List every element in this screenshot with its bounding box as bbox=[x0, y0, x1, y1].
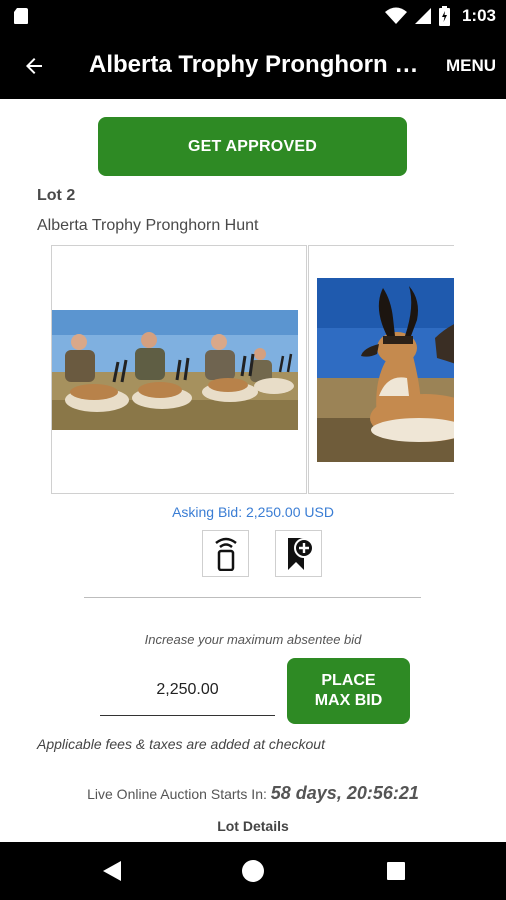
back-button[interactable] bbox=[18, 50, 50, 82]
nav-recents-button[interactable] bbox=[381, 856, 411, 886]
nav-home-button[interactable] bbox=[238, 856, 268, 886]
image-carousel[interactable] bbox=[51, 245, 454, 494]
divider bbox=[84, 597, 421, 598]
place-max-bid-button[interactable]: PLACE MAX BID bbox=[287, 658, 410, 724]
place-max-bid-label-line1: PLACE bbox=[321, 672, 376, 689]
nav-back-button[interactable] bbox=[97, 856, 127, 886]
status-icons: 1:03 bbox=[384, 5, 496, 27]
max-bid-input[interactable] bbox=[100, 664, 275, 716]
bookmark-add-icon bbox=[287, 537, 314, 570]
signal-icon bbox=[414, 8, 431, 24]
watchlist-button[interactable] bbox=[275, 530, 322, 577]
app-toolbar: Alberta Trophy Pronghorn Hunt MENU bbox=[0, 33, 506, 99]
wifi-icon bbox=[384, 7, 407, 24]
system-nav-bar bbox=[0, 842, 506, 900]
lot-details-link[interactable]: Lot Details bbox=[0, 818, 506, 834]
get-approved-button[interactable]: GET APPROVED bbox=[98, 117, 407, 176]
lot-title: Alberta Trophy Pronghorn Hunt bbox=[37, 217, 259, 234]
carousel-slide[interactable] bbox=[308, 245, 454, 494]
nav-recents-icon bbox=[387, 862, 405, 880]
place-max-bid-label-line2: MAX BID bbox=[314, 692, 383, 709]
status-time: 1:03 bbox=[461, 6, 496, 25]
auction-starts-label: Live Online Auction Starts In: bbox=[87, 786, 271, 802]
auction-countdown: 58 days, 20:56:21 bbox=[270, 783, 419, 803]
hunters-group-photo bbox=[52, 310, 298, 430]
lot-number: Lot 2 bbox=[37, 187, 76, 204]
status-bar: 1:03 bbox=[0, 0, 506, 33]
increase-bid-label: Increase your maximum absentee bid bbox=[144, 632, 362, 647]
nav-back-icon bbox=[103, 861, 121, 881]
fees-note: Applicable fees & taxes are added at che… bbox=[37, 736, 325, 752]
asking-bid: Asking Bid: 2,250.00 USD bbox=[172, 504, 334, 520]
pronghorn-closeup-photo bbox=[317, 278, 454, 462]
carousel-slide[interactable] bbox=[51, 245, 307, 494]
sd-card-icon bbox=[14, 8, 28, 24]
nav-home-icon bbox=[242, 860, 264, 882]
page-title: Alberta Trophy Pronghorn Hunt bbox=[89, 51, 419, 78]
remote-bid-button[interactable] bbox=[202, 530, 249, 577]
auction-countdown-row: Live Online Auction Starts In: 58 days, … bbox=[0, 783, 506, 804]
menu-button[interactable]: MENU bbox=[446, 56, 496, 76]
arrow-left-icon bbox=[26, 58, 42, 74]
remote-bid-icon bbox=[214, 537, 237, 571]
battery-icon bbox=[438, 6, 450, 26]
